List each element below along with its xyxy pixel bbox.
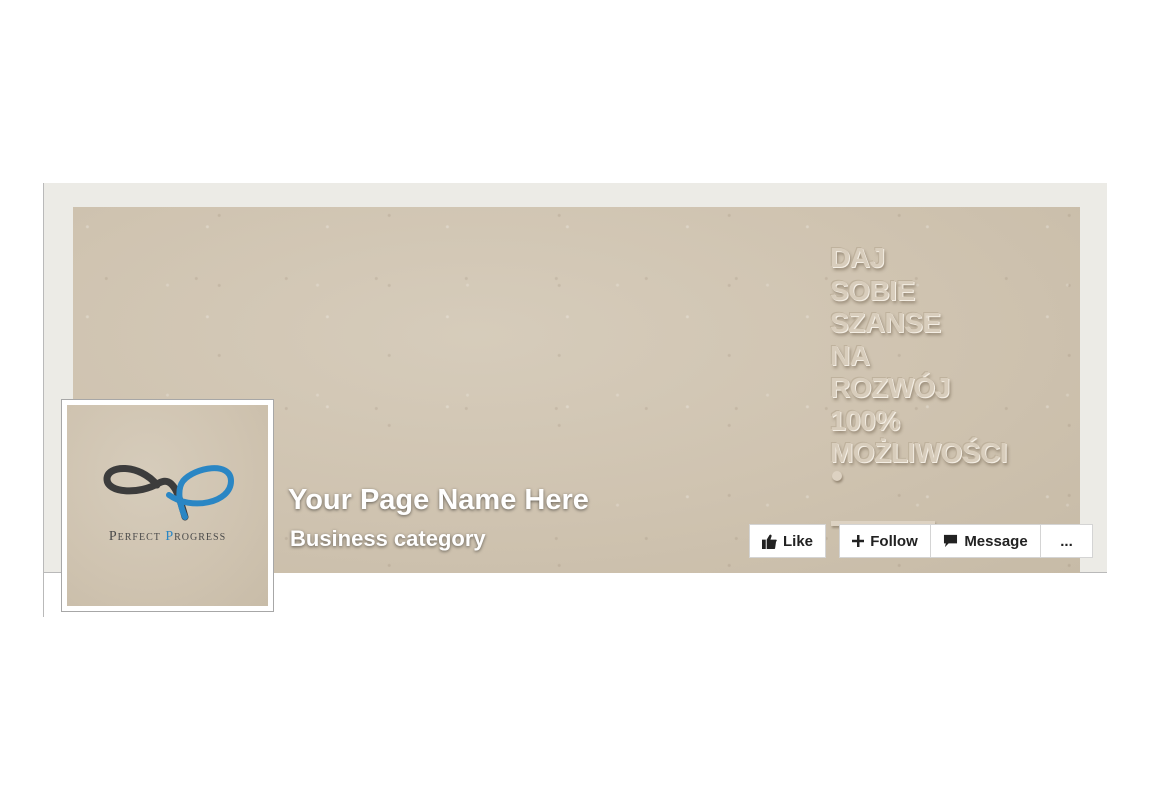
follow-label: Follow [870, 532, 918, 550]
like-button[interactable]: Like [749, 524, 826, 558]
logo-wordmark: Perfect Progress [108, 529, 227, 544]
like-label: Like [782, 532, 813, 550]
slogan-line: SZANSE [830, 307, 941, 338]
slogan-line: ROZWÓJ [830, 372, 950, 403]
profile-logo: Perfect Progress [67, 405, 268, 606]
divider [43, 573, 44, 617]
page-category[interactable]: Business category [290, 526, 486, 552]
page-title[interactable]: Your Page Name Here [288, 484, 589, 517]
slogan-line: SOBIE [830, 274, 915, 306]
slogan-period [832, 471, 842, 481]
logo-mark-icon [103, 465, 235, 521]
thumbs-up-icon [761, 534, 777, 549]
slogan-line: NA [830, 339, 870, 371]
profile-picture[interactable]: Perfect Progress [61, 399, 274, 612]
slogan-line: DAJ [830, 242, 885, 273]
message-button[interactable]: Message [931, 524, 1041, 558]
message-label: Message [964, 532, 1028, 550]
slogan-line: MOŻLIWOŚCI [830, 437, 1007, 468]
more-label: ... [1060, 532, 1073, 550]
slogan-line: 100% [830, 404, 900, 436]
plus-icon [852, 535, 865, 547]
cover-slogan: DAJ SOBIE SZANSE NA ROZWÓJ 100% MOŻLIWOŚ… [830, 242, 1050, 470]
follow-button[interactable]: Follow [839, 524, 931, 558]
speech-bubble-icon [944, 534, 958, 548]
more-options-button[interactable]: ... [1040, 524, 1093, 558]
